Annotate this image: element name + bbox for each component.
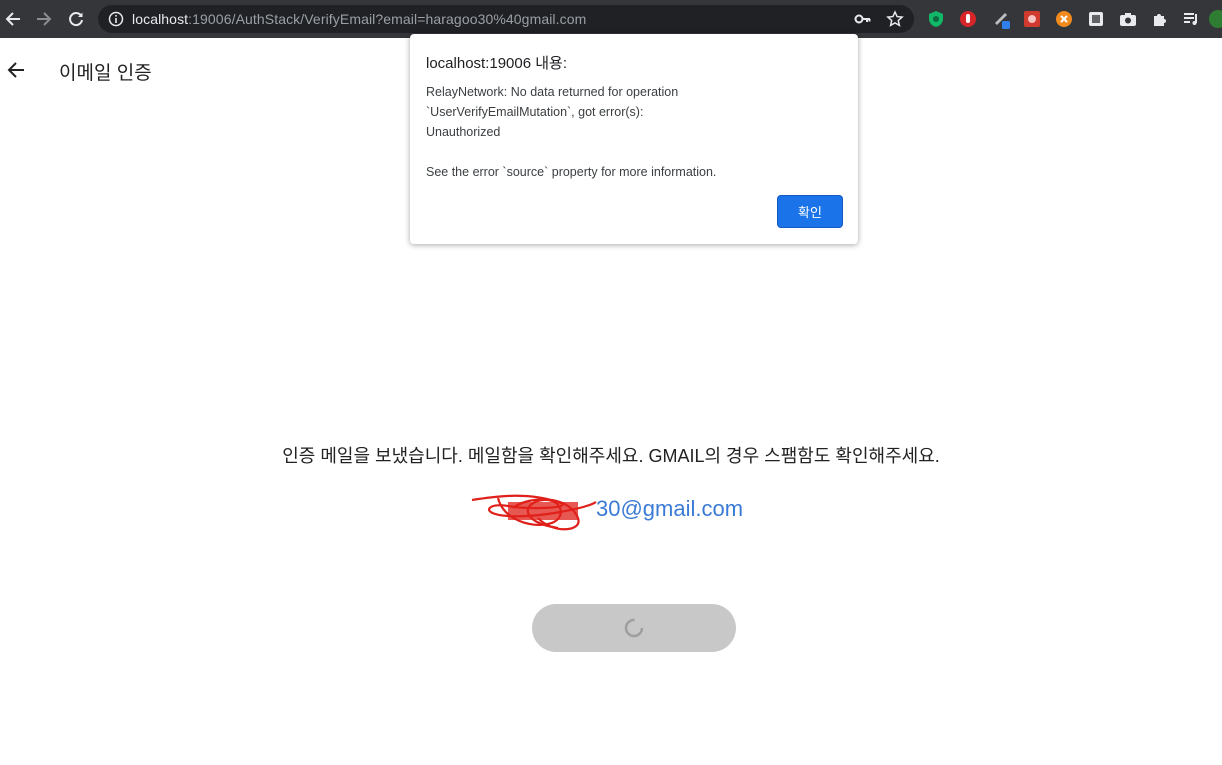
orange-extension-icon[interactable] [1054,9,1074,29]
dialog-message: RelayNetwork: No data returned for opera… [426,85,717,179]
page-title: 이메일 인증 [59,63,152,84]
reload-button[interactable] [64,7,88,31]
extensions-puzzle-icon[interactable] [1150,9,1170,29]
camera-extension-icon[interactable] [1118,9,1138,29]
back-nav-button[interactable] [1,7,25,31]
bookmark-star-icon[interactable] [886,10,904,28]
arrow-left-icon [5,12,20,26]
spinner-icon [624,618,644,638]
dialog-title: localhost:19006 내용: [426,55,568,72]
key-icon[interactable] [854,10,872,28]
reload-icon [69,12,83,27]
puzzle-color-extension-icon[interactable] [1022,9,1042,29]
forward-nav-button[interactable] [32,7,56,31]
site-info-icon[interactable] [108,11,124,32]
media-queue-icon[interactable] [1181,9,1201,29]
email-address: 30@gmail.com [596,496,744,521]
profile-avatar[interactable] [1208,9,1222,29]
back-button[interactable] [5,59,27,81]
submit-button[interactable] [532,604,736,652]
browser-toolbar: localhost:19006/AuthStack/VerifyEmail?em… [0,0,1222,38]
redaction-scribble [471,494,597,531]
arrow-left-icon [7,62,24,78]
url-text[interactable]: localhost:19006/AuthStack/VerifyEmail?em… [132,11,586,27]
shield-extension-icon[interactable] [926,9,946,29]
tablet-extension-icon[interactable] [1086,9,1106,29]
hand-stop-extension-icon[interactable] [958,9,978,29]
pen-extension-icon[interactable] [992,9,1012,29]
alert-dialog: localhost:19006 내용: RelayNetwork: No dat… [410,34,858,244]
verification-message: 인증 메일을 보냈습니다. 메일함을 확인해주세요. GMAIL의 경우 스팸함… [282,446,940,466]
arrow-right-icon [37,12,52,26]
address-bar[interactable]: localhost:19006/AuthStack/VerifyEmail?em… [98,5,914,33]
ok-button[interactable]: 확인 [777,195,843,228]
